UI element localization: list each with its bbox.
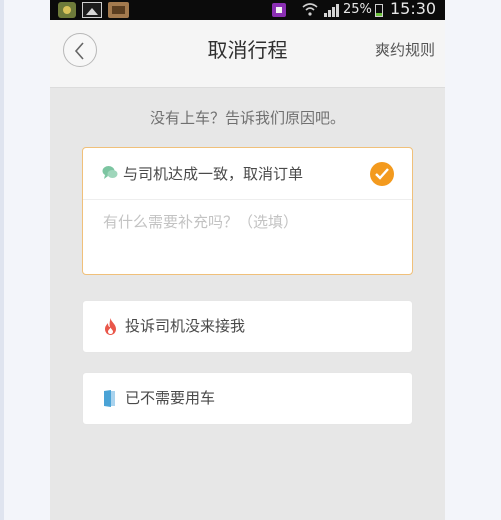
- reason-option-complain-driver[interactable]: 投诉司机没来接我: [82, 300, 413, 353]
- chevron-left-icon: [74, 42, 84, 60]
- reason-label: 已不需要用车: [125, 389, 216, 407]
- status-bar: 25% 15:30: [50, 0, 445, 20]
- gallery-notification-icon: [82, 2, 102, 18]
- reason-option-header[interactable]: 与司机达成一致，取消订单: [83, 148, 412, 200]
- flame-icon: [105, 318, 116, 335]
- reason-option-no-longer-needed[interactable]: 已不需要用车: [82, 372, 413, 425]
- title-bar: 取消行程 爽约规则: [50, 20, 445, 88]
- clock: 15:30: [390, 0, 437, 18]
- store-notification-icon: [108, 2, 129, 18]
- supplement-note-input[interactable]: [103, 210, 393, 234]
- cancel-reason-prompt: 没有上车？告诉我们原因吧。: [149, 109, 345, 127]
- reason-label: 与司机达成一致，取消订单: [123, 165, 304, 183]
- notification-badge-icon: [272, 3, 286, 17]
- wifi-icon: [302, 3, 318, 16]
- reason-option-agreed[interactable]: 与司机达成一致，取消订单: [82, 147, 413, 275]
- page-left-border: [0, 0, 4, 520]
- battery-icon: [375, 4, 383, 17]
- door-icon: [104, 390, 115, 407]
- app-notification-icon: [58, 2, 76, 18]
- chat-icon: [102, 166, 118, 179]
- checkmark-icon: [370, 162, 394, 186]
- back-button[interactable]: [63, 33, 97, 67]
- reason-label: 投诉司机没来接我: [125, 317, 246, 335]
- phone-screen: 25% 15:30 取消行程 爽约规则 没有上车？告诉我们原因吧。 与司机达成一…: [50, 0, 445, 520]
- battery-percent: 25%: [343, 2, 372, 17]
- signal-strength-icon: [324, 4, 340, 17]
- no-show-rules-link[interactable]: 爽约规则: [375, 40, 435, 60]
